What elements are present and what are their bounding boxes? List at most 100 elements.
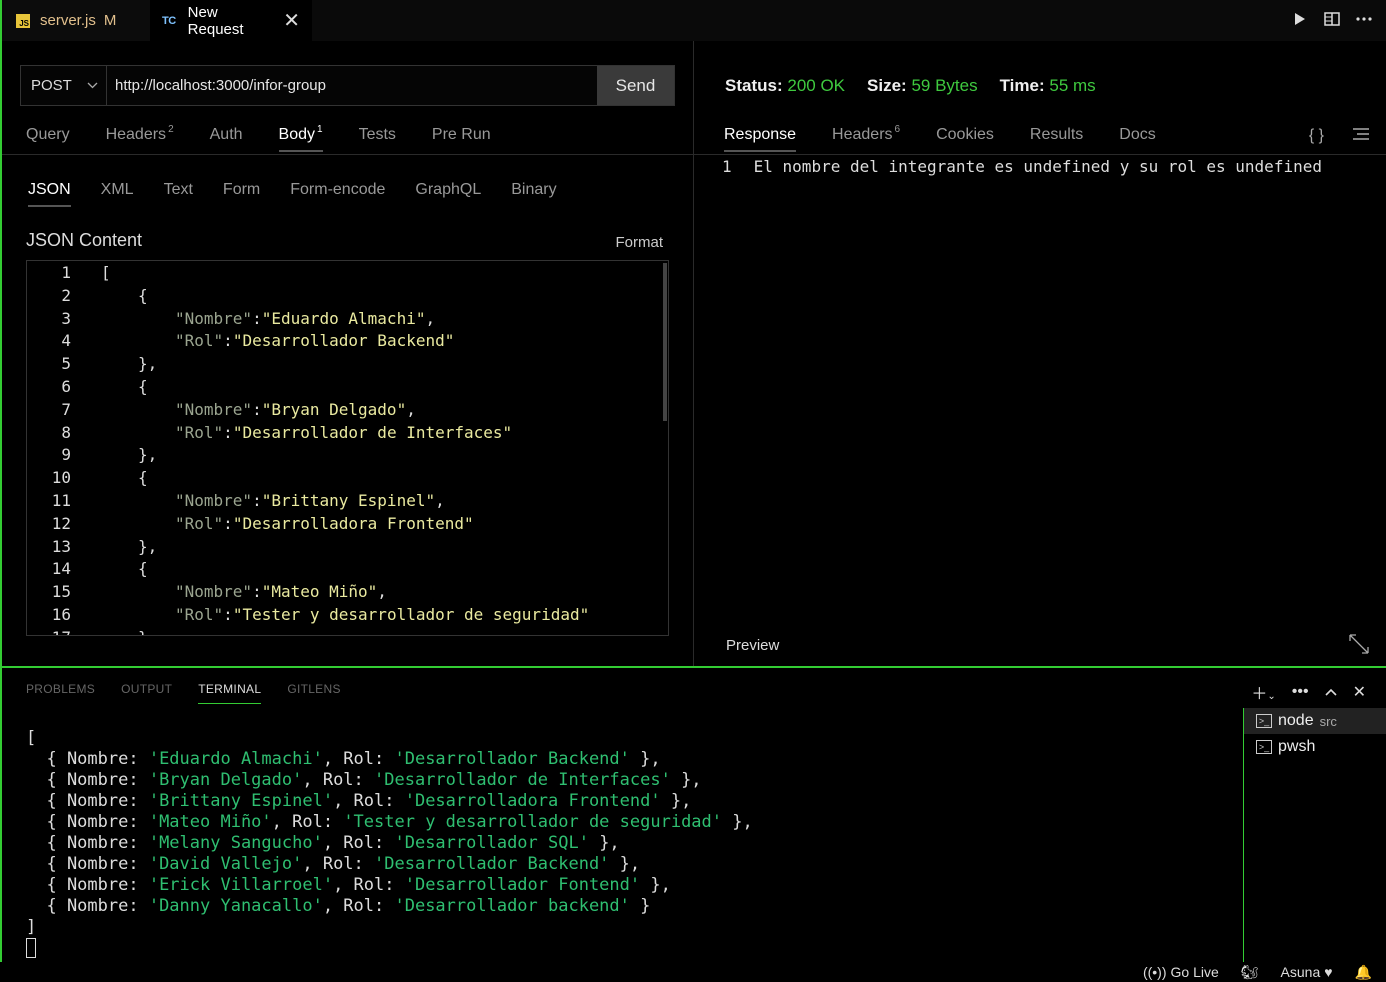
terminal-record-line: { Nombre: 'Melany Sangucho', Rol: 'Desar… [26, 833, 620, 853]
editor-scrollbar[interactable] [663, 263, 667, 421]
line-code: }, [138, 445, 158, 465]
json-content-title: JSON Content [26, 230, 143, 250]
json-key: "Nombre" [175, 308, 253, 328]
terminal-icon: >_ [1256, 714, 1272, 728]
json-key: "Nombre" [175, 399, 253, 419]
expand-icon[interactable] [1348, 633, 1370, 660]
json-body-editor[interactable]: 1[2{3 "Nombre":"Eduardo Almachi", 4 "Rol":"… [26, 260, 669, 636]
body-tab-json[interactable]: JSON [28, 181, 71, 207]
response-tab-docs[interactable]: Docs [1119, 126, 1155, 152]
maximize-panel-icon[interactable] [1325, 683, 1337, 701]
more-actions-icon[interactable]: ••• [1292, 683, 1309, 701]
go-live-label: Go Live [1170, 964, 1219, 980]
response-actions: { } [1309, 127, 1370, 146]
tab-server-js[interactable]: JS server.js M [4, 0, 150, 41]
line-number: 13 [51, 536, 71, 556]
line-number: 14 [51, 559, 71, 579]
squirrel-icon[interactable]: 🐿 [1241, 964, 1259, 981]
new-terminal-icon[interactable]: ＋⌄ [1251, 680, 1275, 704]
tab-auth[interactable]: Auth [210, 126, 243, 152]
run-icon[interactable] [1292, 10, 1308, 28]
chevron-down-icon [87, 80, 98, 92]
preview-label[interactable]: Preview [726, 637, 779, 654]
terminal-instance-list: >_ node src >_ pwsh [1243, 708, 1386, 962]
tab-count-badge: 1 [317, 124, 323, 135]
terminal-actions: ＋⌄ ••• ✕ [1251, 680, 1366, 704]
tab-pre-run[interactable]: Pre Run [432, 126, 491, 152]
tab-label: Headers [105, 126, 167, 143]
body-tab-graphql[interactable]: GraphQL [415, 181, 481, 207]
json-value: "Desarrollador Backend" [232, 331, 455, 351]
tab-label: Docs [1119, 126, 1156, 143]
editor-tab-bar: JS server.js M TC New Request ✕ [0, 0, 1386, 41]
terminal-string: 'Mateo Miño' [148, 812, 272, 832]
tab-body[interactable]: Body 1 [278, 124, 323, 152]
tab-new-request[interactable]: TC New Request ✕ [150, 0, 312, 41]
heart-icon: ♥ [1324, 964, 1333, 980]
terminal-output[interactable]: [ { Nombre: 'Eduardo Almachi', Rol: 'Des… [26, 728, 753, 959]
tab-tests[interactable]: Tests [359, 126, 396, 152]
tab-label: Form-encode [290, 181, 386, 198]
tab-label: GraphQL [415, 181, 482, 198]
body-tab-form-encode[interactable]: Form-encode [290, 181, 385, 207]
terminal-instance-pwsh[interactable]: >_ pwsh [1244, 734, 1386, 760]
tab-headers[interactable]: Headers 2 [105, 124, 174, 152]
editor-line: 1[ [27, 263, 110, 286]
response-text: El nombre del integrante es undefined y … [753, 157, 1322, 176]
user-status[interactable]: Asuna ♥ [1281, 964, 1333, 980]
body-tab-xml[interactable]: XML [101, 181, 134, 207]
body-type-tabs: JSON XML Text Form Form-encode GraphQL Binary [28, 181, 587, 207]
request-panel: POST Send Query Headers2 Auth Body1 Tests Pre… [0, 41, 695, 666]
line-number: 5 [61, 354, 71, 374]
terminal-string: 'David Vallejo' [148, 854, 303, 874]
line-code: "Nombre":"Bryan Delgado", [175, 399, 416, 419]
line-number: 9 [61, 445, 71, 465]
editor-line: 15 "Nombre":"Mateo Miño", [27, 582, 387, 605]
response-tab-headers[interactable]: Headers 6 [832, 124, 900, 152]
terminal-string: 'Brittany Espinel' [148, 791, 334, 811]
terminal-instance-node[interactable]: >_ node src [1244, 708, 1386, 734]
body-tab-text[interactable]: Text [164, 181, 193, 207]
size-label: Size: [867, 76, 907, 95]
response-tab-cookies[interactable]: Cookies [936, 126, 994, 152]
method-select[interactable]: POST [21, 66, 107, 105]
send-button[interactable]: Send [597, 66, 674, 105]
panel-tab-output[interactable]: OUTPUT [121, 682, 172, 704]
terminal-record-line: { Nombre: 'Danny Yanacallo', Rol: 'Desar… [26, 896, 651, 916]
user-label: Asuna [1280, 964, 1321, 980]
line-number: 15 [51, 582, 71, 602]
response-tab-results[interactable]: Results [1030, 126, 1083, 152]
url-input[interactable] [107, 66, 597, 105]
body-tab-form[interactable]: Form [223, 181, 260, 207]
panel-tab-problems[interactable]: PROBLEMS [26, 682, 95, 704]
json-value: "Eduardo Almachi" [261, 308, 426, 328]
notifications-icon[interactable]: 🔔 [1355, 964, 1372, 981]
tab-label: New Request [187, 3, 244, 38]
body-tab-binary[interactable]: Binary [511, 181, 556, 207]
line-code: "Rol":"Desarrolladora Frontend" [175, 513, 474, 533]
terminal-record-line: { Nombre: 'Mateo Miño', Rol: 'Tester y d… [26, 812, 753, 832]
line-code: }, [138, 354, 158, 374]
tab-label: Results [1029, 126, 1084, 143]
panel-tab-terminal[interactable]: TERMINAL [198, 682, 262, 704]
editor-line: 11 "Nombre":"Brittany Espinel", [27, 491, 445, 514]
go-live-button[interactable]: ((•)) Go Live [1143, 964, 1219, 980]
braces-icon[interactable]: { } [1309, 127, 1324, 146]
close-icon[interactable]: ✕ [1353, 682, 1366, 702]
line-number: 3 [61, 308, 71, 328]
split-editor-icon[interactable] [1324, 10, 1340, 28]
tab-query[interactable]: Query [26, 126, 70, 152]
json-key: "Nombre" [175, 491, 253, 510]
response-tab-response[interactable]: Response [724, 126, 797, 152]
terminal-instance-name: node [1278, 712, 1314, 729]
more-actions-icon[interactable] [1356, 10, 1372, 28]
terminal-string: 'Desarrollador Backend' [394, 749, 630, 769]
line-number: 11 [51, 491, 71, 510]
line-number: 7 [61, 399, 71, 419]
terminal-instance-name: pwsh [1278, 738, 1316, 755]
tab-count-badge: 2 [168, 124, 174, 135]
format-button[interactable]: Format [615, 234, 663, 251]
panel-tab-gitlens[interactable]: GITLENS [287, 682, 340, 704]
close-icon[interactable]: ✕ [283, 11, 300, 31]
wrap-lines-icon[interactable] [1352, 127, 1370, 146]
